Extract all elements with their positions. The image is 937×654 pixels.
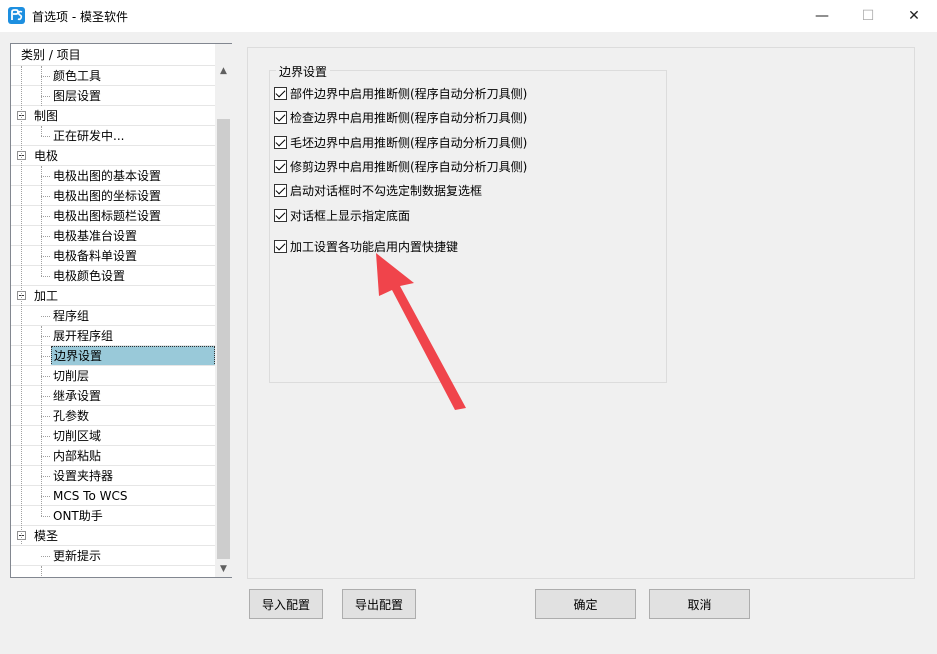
cancel-button[interactable]: 取消 (649, 589, 750, 619)
import-config-button[interactable]: 导入配置 (249, 589, 323, 619)
annotation-arrow-icon (376, 253, 466, 410)
ok-button[interactable]: 确定 (535, 589, 636, 619)
export-config-button[interactable]: 导出配置 (342, 589, 416, 619)
